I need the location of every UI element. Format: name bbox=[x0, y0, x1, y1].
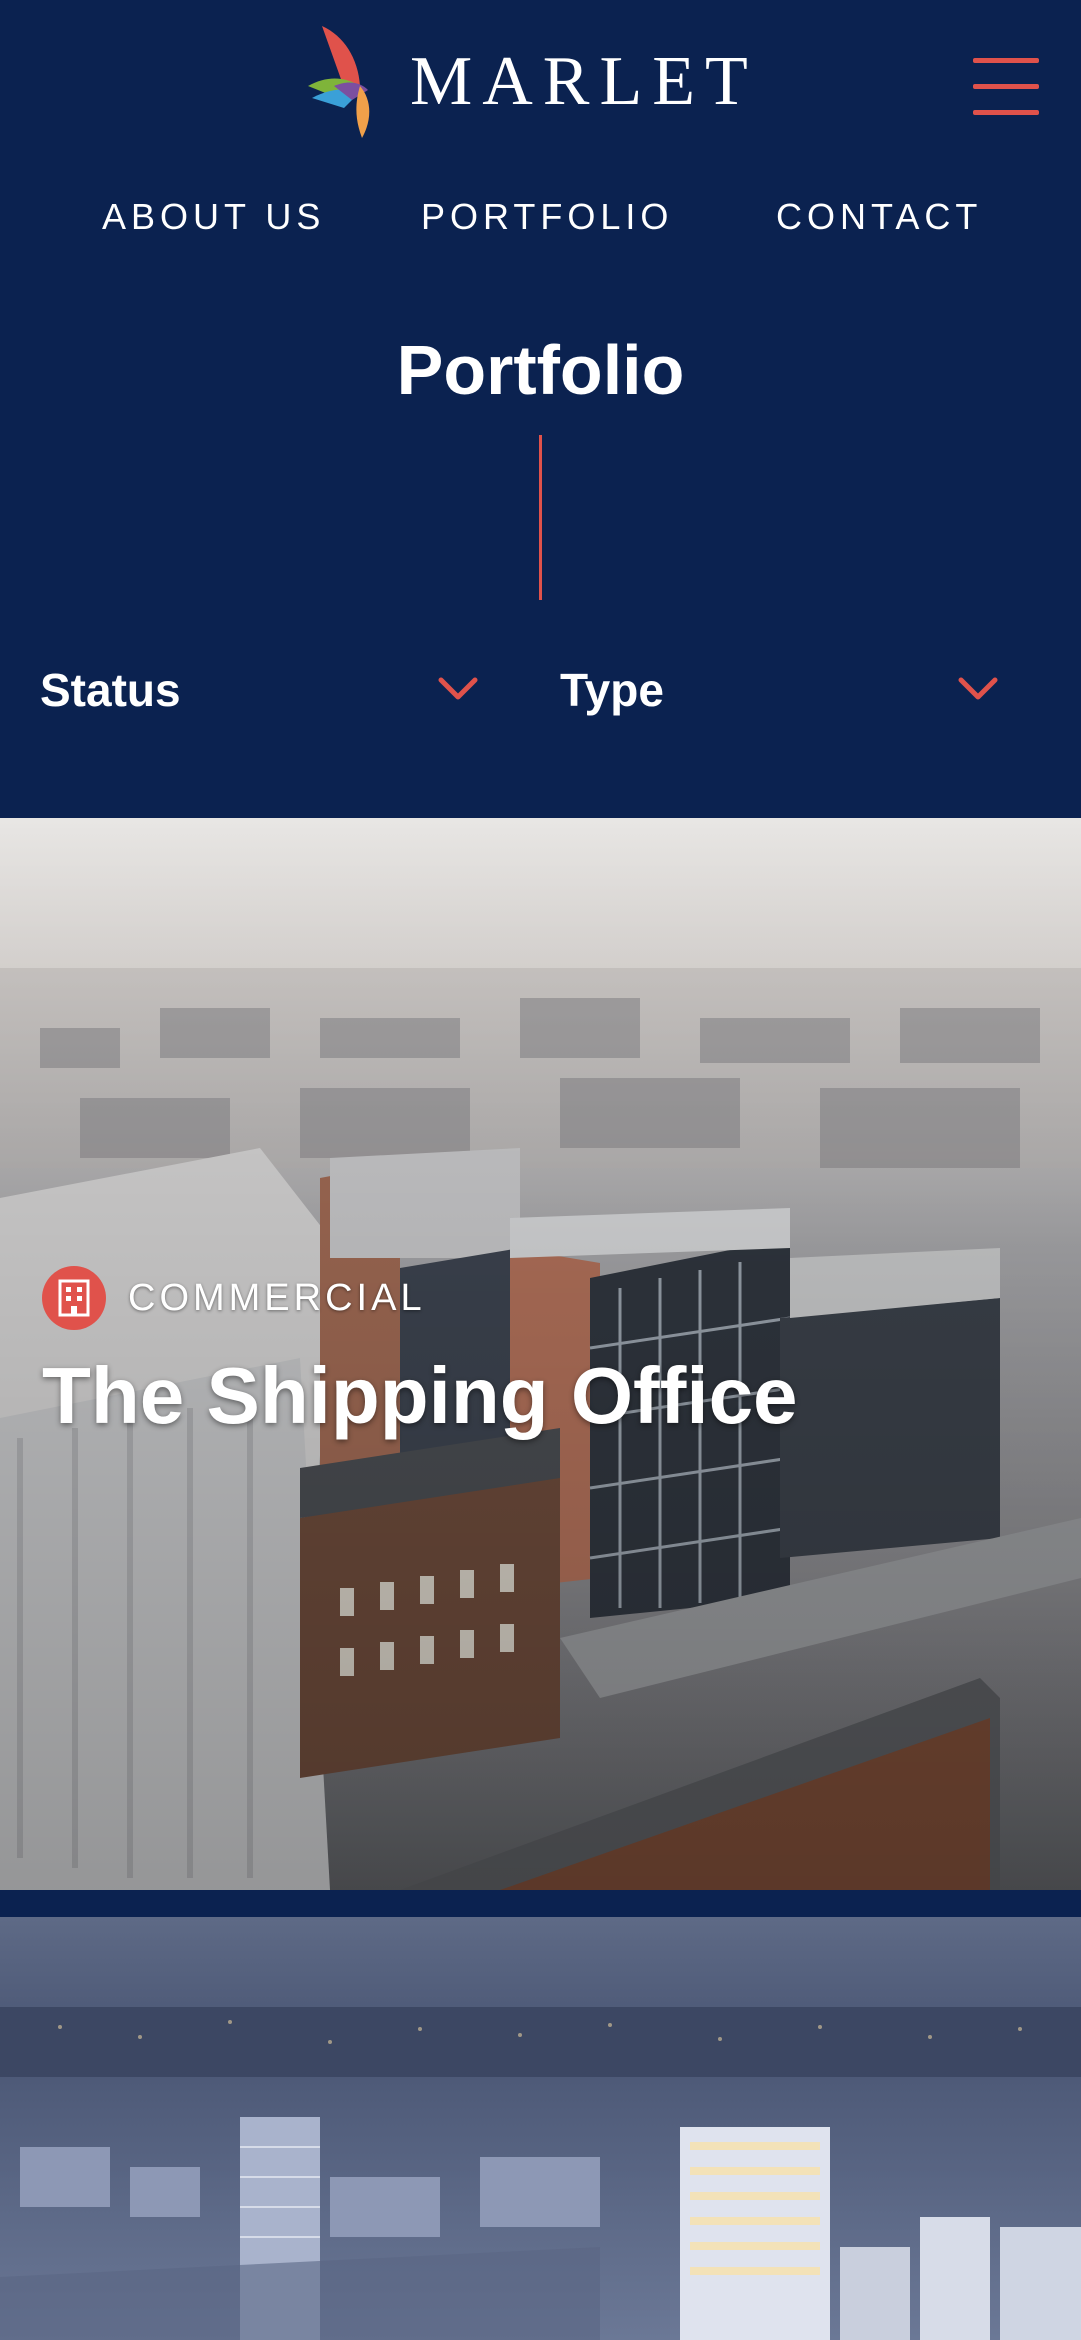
type-filter-dropdown[interactable]: Type bbox=[560, 650, 1000, 730]
project-category: COMMERCIAL bbox=[42, 1266, 426, 1330]
nav-link-portfolio[interactable]: PORTFOLIO bbox=[421, 196, 673, 238]
project-photo bbox=[0, 1917, 1081, 2340]
project-card[interactable] bbox=[0, 1917, 1081, 2340]
page-title: Portfolio bbox=[396, 331, 685, 409]
status-filter-label: Status bbox=[40, 664, 181, 716]
title-divider bbox=[539, 435, 542, 600]
site-header: MARLET ABOUT US PORTFOLIO CONTACT Portfo… bbox=[0, 0, 1081, 818]
chevron-down-icon bbox=[958, 677, 998, 700]
type-filter-label: Type bbox=[560, 664, 664, 716]
nav-link-about-us[interactable]: ABOUT US bbox=[102, 196, 325, 238]
main-nav: ABOUT US PORTFOLIO CONTACT bbox=[0, 196, 1081, 244]
nav-link-contact[interactable]: CONTACT bbox=[776, 196, 982, 238]
project-title[interactable]: The Shipping Office bbox=[42, 1350, 798, 1442]
chevron-down-icon bbox=[438, 677, 478, 700]
brand-name: MARLET bbox=[410, 43, 758, 120]
office-building-icon bbox=[42, 1266, 106, 1330]
hamburger-menu-icon[interactable] bbox=[973, 58, 1039, 116]
marlet-bird-logo bbox=[308, 26, 370, 138]
project-category-label: COMMERCIAL bbox=[128, 1276, 426, 1319]
status-filter-dropdown[interactable]: Status bbox=[40, 650, 480, 730]
logo[interactable]: MARLET bbox=[308, 26, 758, 138]
